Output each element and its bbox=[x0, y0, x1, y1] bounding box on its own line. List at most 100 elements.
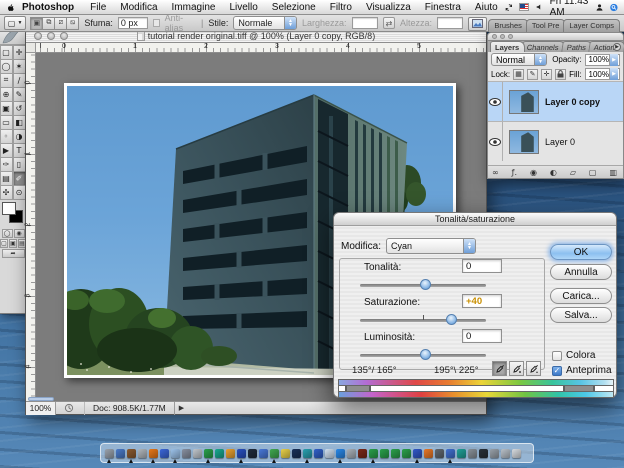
tool-crop[interactable]: ⌗ bbox=[0, 73, 13, 88]
dock-icon-8[interactable] bbox=[193, 449, 202, 458]
dock-icon-0[interactable] bbox=[105, 449, 114, 458]
dock-icon-31[interactable] bbox=[446, 449, 455, 458]
hue-slider[interactable] bbox=[360, 284, 486, 287]
menu-livello[interactable]: Livello bbox=[222, 2, 264, 13]
blend-mode-popup[interactable]: Normal▲▼ bbox=[491, 53, 547, 66]
imageready-button[interactable]: ➦ bbox=[2, 249, 25, 258]
tool-hand[interactable]: ✣ bbox=[0, 185, 13, 200]
menu-immagine[interactable]: Immagine bbox=[165, 2, 223, 13]
dock-icon-7[interactable] bbox=[182, 449, 191, 458]
link-layers-icon[interactable]: ∞ bbox=[492, 168, 499, 177]
tool-magic-wand[interactable]: ✶ bbox=[13, 59, 26, 74]
dock-icon-20[interactable] bbox=[325, 449, 334, 458]
colorize-checkbox[interactable] bbox=[552, 351, 562, 361]
dock-icon-26[interactable] bbox=[391, 449, 400, 458]
tool-notes[interactable]: ▤ bbox=[0, 171, 13, 186]
standard-mode-button[interactable]: ◯ bbox=[2, 229, 13, 238]
new-layer-icon[interactable]: ▢ bbox=[589, 168, 597, 177]
menu-selezione[interactable]: Selezione bbox=[265, 2, 323, 13]
dock-icon-32[interactable] bbox=[457, 449, 466, 458]
lock-all-button[interactable] bbox=[555, 69, 566, 80]
user-menu-icon[interactable] bbox=[596, 2, 603, 13]
dock-icon-25[interactable] bbox=[380, 449, 389, 458]
vertical-ruler[interactable]: 01234 bbox=[26, 53, 36, 401]
menu-aiuto[interactable]: Aiuto bbox=[468, 2, 505, 13]
save-button[interactable]: Salva... bbox=[550, 307, 612, 323]
dock-icon-3[interactable] bbox=[138, 449, 147, 458]
tool-marquee[interactable]: ▢ bbox=[0, 45, 13, 60]
foreground-color-swatch[interactable] bbox=[2, 202, 16, 215]
anti-alias-checkbox[interactable] bbox=[153, 19, 160, 27]
preview-checkbox[interactable]: ✓ bbox=[552, 366, 562, 376]
palette-menu-button[interactable]: ▶ bbox=[613, 43, 621, 51]
dock-icon-17[interactable] bbox=[292, 449, 301, 458]
eyedropper-button[interactable] bbox=[492, 361, 507, 376]
fill-field[interactable]: 100%▶ bbox=[585, 68, 620, 80]
dock-icon-22[interactable] bbox=[347, 449, 356, 458]
minimize-button[interactable] bbox=[47, 32, 55, 40]
saturation-field[interactable]: +40 bbox=[462, 294, 502, 308]
add-eyedropper-button[interactable] bbox=[509, 361, 524, 376]
zoom-button[interactable] bbox=[60, 32, 68, 40]
menu-finestra[interactable]: Finestra bbox=[418, 2, 468, 13]
quick-mask-button[interactable]: ◉ bbox=[14, 229, 25, 238]
hue-field[interactable]: 0 bbox=[462, 259, 502, 273]
layer-row-layer-0[interactable]: Layer 0 bbox=[488, 121, 623, 161]
close-button[interactable] bbox=[34, 32, 42, 40]
dock-icon-6[interactable] bbox=[171, 449, 180, 458]
channel-popup[interactable]: Cyan▲▼ bbox=[386, 238, 476, 254]
dock-icon-27[interactable] bbox=[402, 449, 411, 458]
lightness-field[interactable]: 0 bbox=[462, 329, 502, 343]
layer-style-icon[interactable]: ƒ. bbox=[512, 168, 517, 177]
dock-icon-18[interactable] bbox=[303, 449, 312, 458]
tool-brush[interactable]: ✎ bbox=[13, 87, 26, 102]
style-popup[interactable]: Normale▲▼ bbox=[233, 16, 297, 30]
document-proxy-icon[interactable] bbox=[137, 31, 145, 41]
dock-icon-28[interactable] bbox=[413, 449, 422, 458]
zoom-level-field[interactable]: 100% bbox=[26, 402, 56, 415]
dock-icon-2[interactable] bbox=[127, 449, 136, 458]
dock-icon-1[interactable] bbox=[116, 449, 125, 458]
menu-modifica[interactable]: Modifica bbox=[113, 2, 164, 13]
sync-menu-icon[interactable] bbox=[505, 2, 513, 13]
palette-zoom-button[interactable] bbox=[508, 34, 513, 39]
swap-dimensions-button[interactable]: ⇄ bbox=[383, 17, 395, 29]
height-input[interactable] bbox=[437, 17, 463, 29]
palette-close-button[interactable] bbox=[492, 34, 497, 39]
ok-button[interactable]: OK bbox=[550, 244, 612, 260]
dock-icon-13[interactable] bbox=[248, 449, 257, 458]
tool-gradient[interactable]: ◧ bbox=[13, 115, 26, 130]
horizontal-ruler[interactable]: 012345 bbox=[36, 43, 486, 53]
dock-icon-14[interactable] bbox=[259, 449, 268, 458]
visibility-toggle[interactable] bbox=[488, 122, 503, 161]
well-tab-layer-comps[interactable]: Layer Comps bbox=[563, 19, 620, 32]
dock-icon-33[interactable] bbox=[468, 449, 477, 458]
dock-icon-4[interactable] bbox=[149, 449, 158, 458]
dock-icon-24[interactable] bbox=[369, 449, 378, 458]
tool-healing-brush[interactable]: ⊕ bbox=[0, 87, 13, 102]
tool-preset-button[interactable]: ▢▼ bbox=[4, 16, 26, 30]
dock-icon-19[interactable] bbox=[314, 449, 323, 458]
tool-eraser[interactable]: ▭ bbox=[0, 115, 13, 130]
intersect-selection-button[interactable]: ⧅ bbox=[66, 17, 79, 30]
input-language-flag-icon[interactable] bbox=[519, 3, 528, 11]
menu-visualizza[interactable]: Visualizza bbox=[359, 2, 418, 13]
dock-icon-37[interactable] bbox=[512, 449, 521, 458]
full-screen-menu-button[interactable]: ▣ bbox=[9, 239, 17, 248]
tool-zoom[interactable]: ⊙ bbox=[13, 185, 26, 200]
menu-photoshop[interactable]: Photoshop bbox=[15, 2, 83, 13]
lightness-slider[interactable] bbox=[360, 354, 486, 357]
dock-icon-16[interactable] bbox=[281, 449, 290, 458]
dialog-titlebar[interactable]: Tonalità/saturazione bbox=[334, 213, 616, 226]
dock-icon-23[interactable] bbox=[358, 449, 367, 458]
file-browser-button[interactable] bbox=[468, 17, 487, 31]
tool-blur[interactable]: ◦ bbox=[0, 129, 13, 144]
layer-thumbnail[interactable] bbox=[509, 90, 539, 114]
tool-eyedropper[interactable]: ✐ bbox=[13, 171, 26, 186]
tool-clone-stamp[interactable]: ▣ bbox=[0, 101, 13, 116]
dock-icon-36[interactable] bbox=[501, 449, 510, 458]
tab-channels[interactable]: Channels bbox=[521, 41, 565, 52]
dock-icon-15[interactable] bbox=[270, 449, 279, 458]
well-tab-brushes[interactable]: Brushes bbox=[488, 19, 528, 32]
layer-row-layer-0-copy[interactable]: Layer 0 copy bbox=[488, 81, 623, 121]
